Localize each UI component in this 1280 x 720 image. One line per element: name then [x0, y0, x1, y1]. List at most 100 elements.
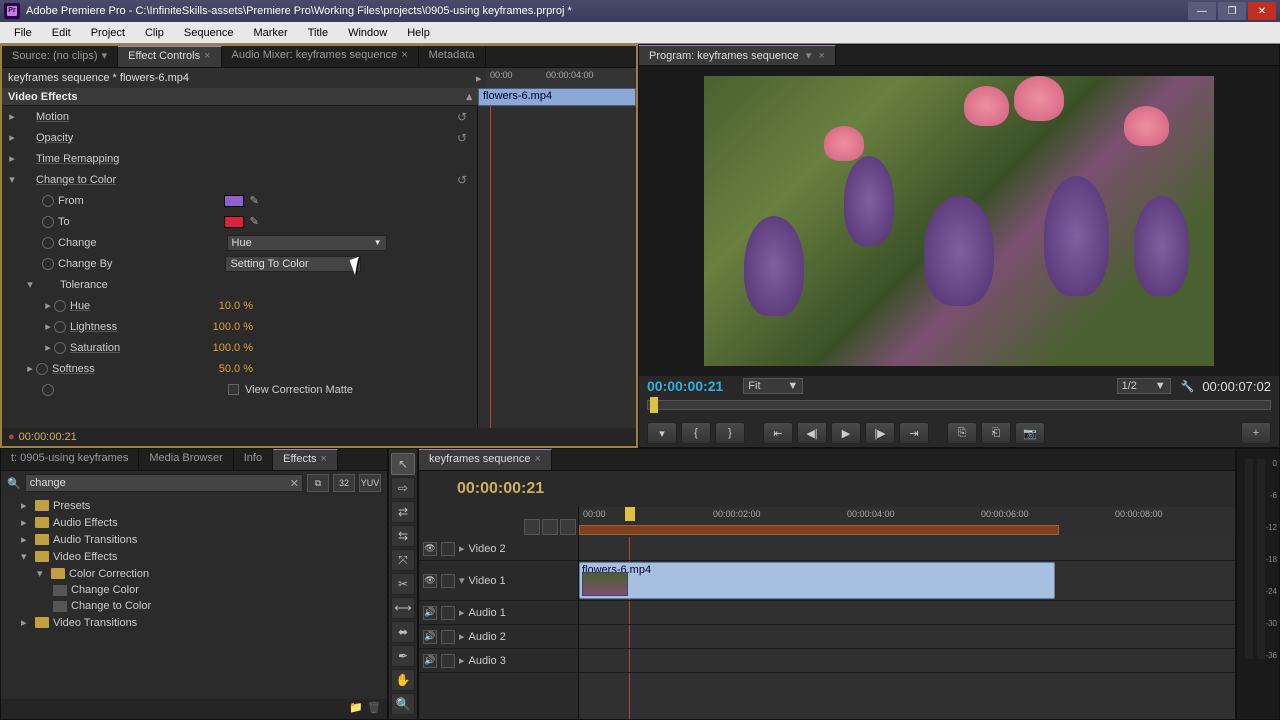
set-out-button[interactable]: }	[715, 422, 745, 444]
tab-source[interactable]: Source: (no clips)▾	[2, 46, 118, 67]
to-color-swatch[interactable]	[224, 216, 244, 228]
lock-icon[interactable]	[441, 574, 455, 588]
rolling-edit-tool[interactable]: ⇆	[391, 525, 415, 547]
reset-icon[interactable]: ↺	[457, 173, 467, 187]
expand-icon[interactable]: ▸	[21, 616, 31, 629]
play-button[interactable]: ▶	[831, 422, 861, 444]
menu-project[interactable]: Project	[81, 24, 135, 42]
presets-folder[interactable]: Presets	[53, 500, 90, 512]
tab-audio-mixer[interactable]: Audio Mixer: keyframes sequence×	[222, 46, 419, 67]
clip-flowers[interactable]: flowers-6.mp4	[579, 562, 1055, 599]
speaker-icon[interactable]: 🔊	[423, 606, 437, 620]
effects-search-input[interactable]: change✕	[25, 474, 303, 492]
track-head-a1[interactable]: 🔊▸Audio 1	[419, 601, 578, 625]
keyframe-toggle[interactable]	[36, 363, 48, 375]
menu-marker[interactable]: Marker	[243, 24, 297, 42]
lock-icon[interactable]	[441, 654, 455, 668]
32bit-chip[interactable]: 32	[333, 474, 355, 492]
ripple-edit-tool[interactable]: ⇄	[391, 501, 415, 523]
new-bin-icon[interactable]: 📁	[349, 701, 363, 717]
menu-file[interactable]: File	[4, 24, 42, 42]
track-head-v2[interactable]: 👁▸Video 2	[419, 537, 578, 561]
expand-icon[interactable]: ▸	[42, 341, 54, 354]
track-select-tool[interactable]: ⇨	[391, 477, 415, 499]
collapse-icon[interactable]: ▾	[6, 173, 18, 186]
change-to-color-item[interactable]: Change to Color	[71, 600, 151, 612]
speaker-icon[interactable]: 🔊	[423, 654, 437, 668]
slip-tool[interactable]: ⟷	[391, 597, 415, 619]
menu-help[interactable]: Help	[397, 24, 440, 42]
ec-mini-timeline[interactable]: 00:00 00:00:04:00	[486, 68, 636, 88]
rate-stretch-tool[interactable]: ⤧	[391, 549, 415, 571]
maximize-button[interactable]: ❐	[1218, 2, 1246, 20]
change-dropdown[interactable]: Hue▼	[227, 235, 387, 251]
close-button[interactable]: ✕	[1248, 2, 1276, 20]
add-button[interactable]: +	[1241, 422, 1271, 444]
tab-effects[interactable]: Effects×	[273, 449, 338, 470]
go-to-in-button[interactable]: ⇤	[763, 422, 793, 444]
track-v1[interactable]: flowers-6.mp4	[579, 561, 1235, 601]
step-back-button[interactable]: ◀|	[797, 422, 827, 444]
zoom-dropdown[interactable]: 1/2▼	[1117, 378, 1171, 394]
keyframe-toggle[interactable]	[54, 300, 66, 312]
yuv-chip[interactable]: YUV	[359, 474, 381, 492]
eyedropper-icon[interactable]: ✎	[250, 215, 259, 228]
expand-icon[interactable]: ▸	[6, 131, 18, 144]
mark-in-button[interactable]: ▾	[647, 422, 677, 444]
razor-tool[interactable]: ✂	[391, 573, 415, 595]
expand-icon[interactable]: ▸	[6, 152, 18, 165]
keyframe-toggle[interactable]	[42, 384, 54, 396]
expand-icon[interactable]: ▸	[21, 499, 31, 512]
pen-tool[interactable]: ✒	[391, 645, 415, 667]
tab-program[interactable]: Program: keyframes sequence ▾ ×	[639, 45, 836, 65]
track-a2[interactable]	[579, 625, 1235, 649]
track-head-a2[interactable]: 🔊▸Audio 2	[419, 625, 578, 649]
expand-icon[interactable]: ▸	[21, 516, 31, 529]
delete-icon[interactable]: 🗑	[367, 701, 381, 717]
audio-transitions-folder[interactable]: Audio Transitions	[53, 534, 137, 546]
keyframe-toggle[interactable]	[42, 258, 54, 270]
link-toggle[interactable]	[560, 519, 576, 535]
time-remap-effect[interactable]: Time Remapping	[36, 153, 119, 165]
tab-info[interactable]: Info	[234, 449, 273, 470]
tab-media-browser[interactable]: Media Browser	[139, 449, 233, 470]
tab-effect-controls[interactable]: Effect Controls×	[118, 46, 221, 67]
lock-icon[interactable]	[441, 542, 455, 556]
program-viewport[interactable]	[639, 66, 1279, 376]
eye-icon[interactable]: 👁	[423, 574, 437, 588]
keyframe-toggle[interactable]	[42, 195, 54, 207]
set-in-button[interactable]: {	[681, 422, 711, 444]
video-effects-folder[interactable]: Video Effects	[53, 551, 117, 563]
keyframe-toggle[interactable]	[54, 321, 66, 333]
saturation-label[interactable]: Saturation	[70, 342, 120, 354]
track-v2[interactable]	[579, 537, 1235, 561]
minimize-button[interactable]: —	[1188, 2, 1216, 20]
expand-icon[interactable]: ▸	[24, 362, 36, 375]
expand-icon[interactable]: ▸	[42, 320, 54, 333]
audio-effects-folder[interactable]: Audio Effects	[53, 517, 118, 529]
keyframe-toggle[interactable]	[42, 216, 54, 228]
lock-icon[interactable]	[441, 630, 455, 644]
ec-playhead[interactable]	[490, 106, 491, 428]
expand-icon[interactable]: ▸	[6, 110, 18, 123]
reset-icon[interactable]: ↺	[457, 131, 467, 145]
collapse-icon[interactable]: ▴	[466, 90, 472, 103]
program-scrubber[interactable]	[639, 396, 1279, 419]
track-head-a3[interactable]: 🔊▸Audio 3	[419, 649, 578, 673]
opacity-effect[interactable]: Opacity	[36, 132, 73, 144]
tab-project[interactable]: t: 0905-using keyframes	[1, 449, 139, 470]
clear-search-icon[interactable]: ✕	[290, 477, 299, 490]
track-a1[interactable]	[579, 601, 1235, 625]
go-to-out-button[interactable]: ⇥	[899, 422, 929, 444]
slide-tool[interactable]: ⬌	[391, 621, 415, 643]
view-matte-checkbox[interactable]	[228, 384, 239, 395]
ec-clip-label[interactable]: flowers-6.mp4	[478, 88, 636, 106]
tab-metadata[interactable]: Metadata	[419, 46, 486, 67]
timeline-timecode[interactable]: 00:00:00:21	[457, 480, 544, 498]
collapse-icon[interactable]: ▾	[21, 550, 31, 563]
extract-button[interactable]: ⎗	[981, 422, 1011, 444]
hue-label[interactable]: Hue	[70, 300, 90, 312]
change-to-color-effect[interactable]: Change to Color	[36, 174, 116, 186]
color-correction-folder[interactable]: Color Correction	[69, 568, 149, 580]
change-by-dropdown[interactable]: Setting To Color▼	[225, 256, 361, 272]
